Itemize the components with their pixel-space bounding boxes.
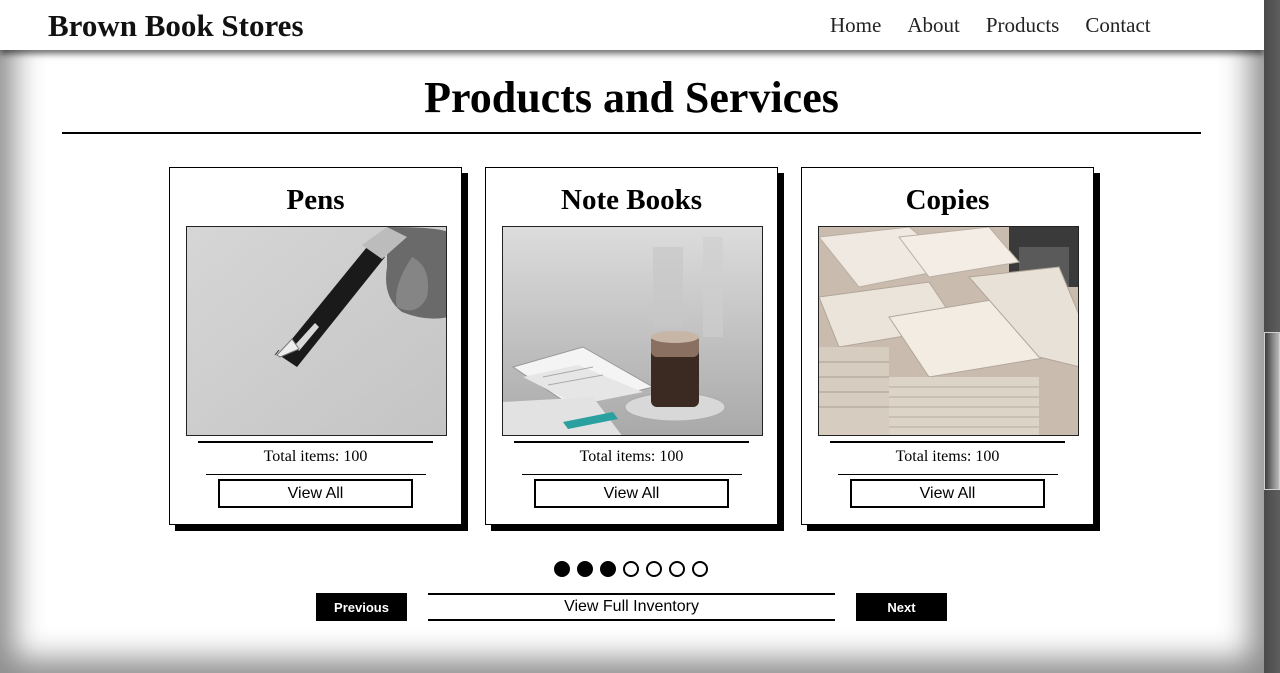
main-nav: Home About Products Contact	[830, 13, 1151, 38]
page: Brown Book Stores Home About Products Co…	[0, 0, 1264, 673]
page-title: Products and Services	[424, 73, 839, 122]
card-divider	[522, 474, 742, 475]
previous-button[interactable]: Previous	[316, 593, 407, 621]
copies-image	[818, 226, 1079, 436]
item-count: Total items: 100	[579, 448, 684, 465]
card-divider	[206, 474, 426, 475]
vertical-scrollbar[interactable]	[1264, 0, 1280, 673]
card-title: Pens	[286, 184, 345, 216]
brand-logo[interactable]: Brown Book Stores	[48, 8, 304, 44]
nav-products-link[interactable]: Products	[986, 13, 1060, 38]
item-count: Total items: 100	[895, 448, 1000, 465]
product-card-copies: Copies Total items: 100 View All	[801, 167, 1094, 525]
carousel-dot-7[interactable]	[692, 561, 708, 577]
card-divider	[198, 441, 433, 443]
card-divider	[514, 441, 749, 443]
card-title: Note Books	[561, 184, 702, 216]
carousel-dot-3[interactable]	[600, 561, 616, 577]
card-divider	[830, 441, 1065, 443]
view-all-pens-button[interactable]: View All	[218, 479, 413, 508]
carousel-dot-6[interactable]	[669, 561, 685, 577]
product-card-notebooks: Note Books Total items: 100 View All	[485, 167, 778, 525]
carousel-dot-4[interactable]	[623, 561, 639, 577]
carousel-indicators	[554, 561, 708, 577]
carousel-dot-5[interactable]	[646, 561, 662, 577]
carousel-dot-1[interactable]	[554, 561, 570, 577]
card-title: Copies	[905, 184, 990, 216]
view-all-notebooks-button[interactable]: View All	[534, 479, 729, 508]
card-divider	[838, 474, 1058, 475]
scrollbar-thumb[interactable]	[1264, 332, 1280, 490]
item-count: Total items: 100	[263, 448, 368, 465]
nav-about-link[interactable]: About	[907, 13, 960, 38]
pen-image	[186, 226, 447, 436]
title-divider	[62, 132, 1201, 134]
notebook-image	[502, 226, 763, 436]
navbar: Brown Book Stores Home About Products Co…	[0, 0, 1264, 50]
nav-contact-link[interactable]: Contact	[1085, 13, 1150, 38]
product-card-pens: Pens Total items: 100 View All	[169, 167, 462, 525]
carousel-dot-2[interactable]	[577, 561, 593, 577]
view-full-inventory-link[interactable]: View Full Inventory	[428, 593, 835, 621]
view-all-copies-button[interactable]: View All	[850, 479, 1045, 508]
next-button[interactable]: Next	[856, 593, 947, 621]
nav-home-link[interactable]: Home	[830, 13, 881, 38]
